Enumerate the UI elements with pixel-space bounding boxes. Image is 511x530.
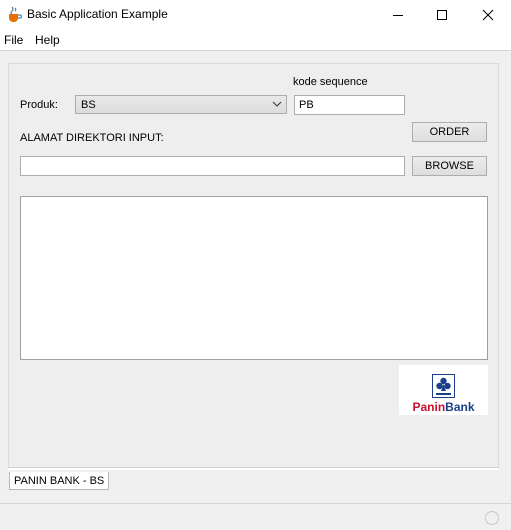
kode-sequence-field[interactable] (294, 95, 405, 115)
kode-sequence-label: kode sequence (293, 76, 368, 88)
window-title: Basic Application Example (27, 7, 168, 21)
close-icon (482, 9, 494, 21)
kode-sequence-input[interactable] (295, 96, 404, 114)
produk-selected-value: BS (81, 99, 96, 111)
panin-bank-logo: PaninBank (399, 365, 488, 415)
produk-dropdown[interactable]: BS (75, 95, 287, 114)
maximize-button[interactable] (419, 0, 465, 30)
order-button[interactable]: ORDER (412, 122, 487, 142)
minimize-icon (393, 15, 403, 16)
alamat-direktori-input[interactable] (21, 157, 404, 175)
resize-grip-icon[interactable] (485, 511, 499, 525)
menu-help[interactable]: Help (35, 33, 60, 47)
output-text-area[interactable] (20, 196, 488, 360)
alamat-direktori-label: ALAMAT DIREKTORI INPUT: (20, 132, 164, 144)
minimize-button[interactable] (375, 0, 421, 30)
status-bar (0, 503, 511, 530)
produk-label: Produk: (20, 99, 58, 111)
browse-button[interactable]: BROWSE (412, 156, 487, 176)
panel-divider (8, 467, 498, 470)
logo-text-panin: Panin (412, 400, 446, 414)
panin-emblem-icon (432, 374, 455, 398)
menu-bar: File Help (0, 30, 511, 51)
close-button[interactable] (465, 0, 511, 30)
tab-panin-bank-bs[interactable]: PANIN BANK - BS (9, 472, 110, 490)
chevron-down-icon (272, 101, 282, 107)
logo-text-bank: Bank (445, 400, 475, 414)
menu-file[interactable]: File (4, 33, 23, 47)
alamat-direktori-field[interactable] (20, 156, 405, 176)
java-cup-icon (9, 6, 22, 22)
panin-bank-wordmark: PaninBank (399, 400, 488, 414)
maximize-icon (437, 10, 447, 20)
title-bar: Basic Application Example (0, 0, 511, 30)
